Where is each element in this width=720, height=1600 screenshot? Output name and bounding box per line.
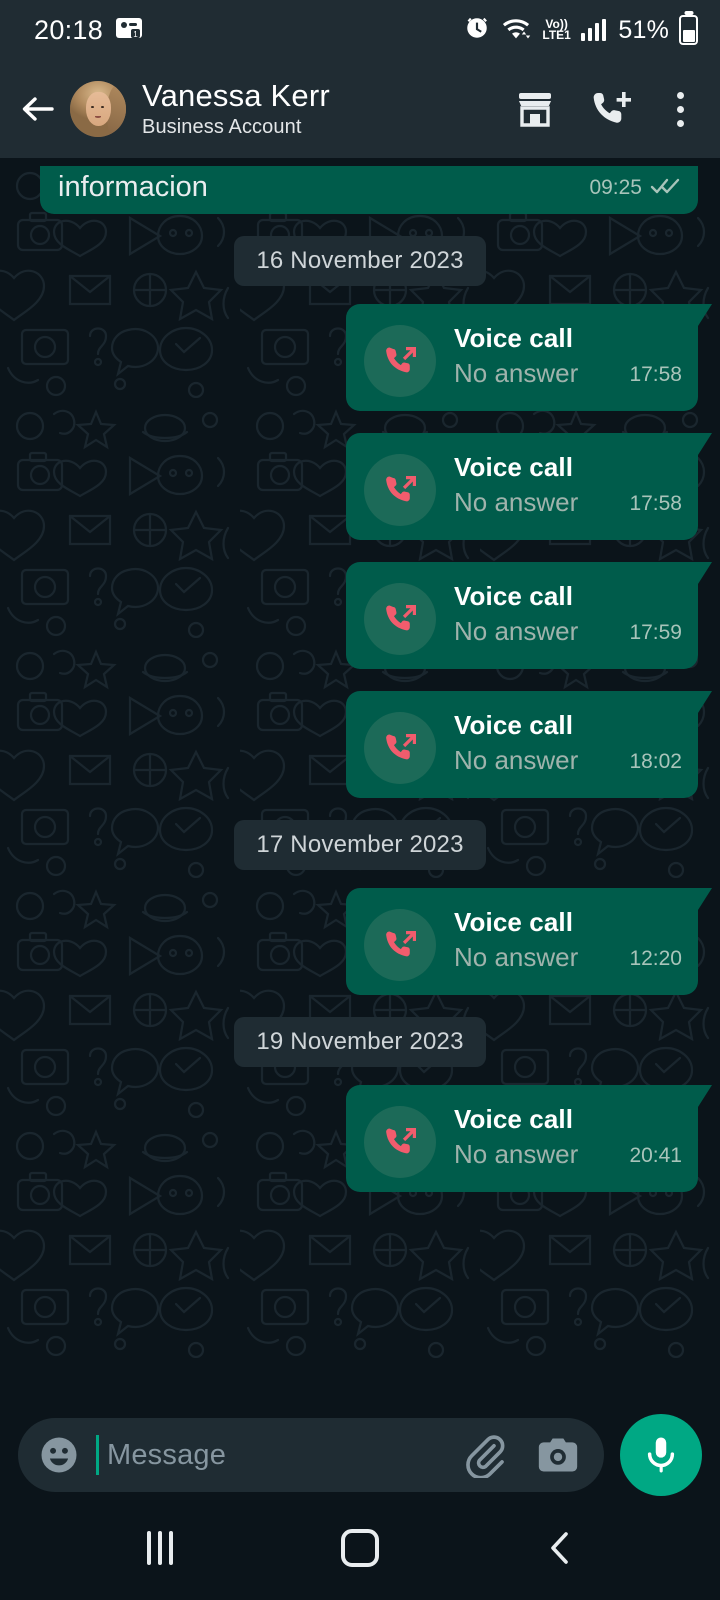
call-status-label: No answer (454, 941, 579, 972)
outgoing-call-icon (364, 712, 436, 784)
date-label: 19 November 2023 (234, 1017, 486, 1067)
read-receipt-double-check-icon (650, 177, 680, 200)
call-log-row[interactable]: Voice call No answer 18:02 (22, 691, 698, 798)
message-time: 09:25 (589, 176, 642, 199)
battery-percent: 51% (618, 15, 669, 44)
call-type-label: Voice call (454, 323, 574, 353)
alarm-icon (464, 15, 490, 46)
android-nav-bar (0, 1496, 720, 1600)
account-type-label: Business Account (142, 115, 302, 138)
volte-icon: Vo)) LTE1 (542, 16, 571, 42)
message-meta: 09:25 (589, 176, 680, 204)
outgoing-call-icon (364, 1106, 436, 1178)
contact-info[interactable]: Vanessa Kerr Business Account (142, 78, 512, 139)
message-text: informacion (58, 171, 208, 203)
attachment-icon[interactable] (460, 1431, 508, 1479)
call-type-label: Voice call (454, 710, 574, 740)
call-log-row[interactable]: Voice call No answer 17:58 (22, 304, 698, 411)
call-time: 17:58 (629, 362, 682, 386)
call-bubble[interactable]: Voice call No answer 17:58 (346, 433, 698, 540)
header-actions (512, 86, 700, 132)
chat-body[interactable]: informacion 09:25 16 November 2023 Voice… (0, 158, 720, 1496)
date-label: 16 November 2023 (234, 236, 486, 286)
call-status-label: No answer (454, 744, 579, 775)
call-type-label: Voice call (454, 581, 574, 611)
call-details: Voice call No answer 17:59 (454, 579, 682, 647)
call-log-row[interactable]: Voice call No answer 12:20 (22, 888, 698, 995)
status-bar-right: Vo)) LTE1 51% (464, 15, 698, 46)
call-details: Voice call No answer 17:58 (454, 450, 682, 518)
svg-text:1: 1 (133, 30, 138, 39)
call-log-row[interactable]: Voice call No answer 17:59 (22, 562, 698, 669)
call-details: Voice call No answer 17:58 (454, 321, 682, 389)
call-time: 20:41 (629, 1143, 682, 1167)
avatar[interactable] (70, 81, 126, 137)
back-arrow-icon[interactable] (10, 81, 66, 137)
battery-icon (679, 15, 698, 45)
shop-icon[interactable] (512, 86, 558, 132)
call-details: Voice call No answer 20:41 (454, 1102, 682, 1170)
emoji-icon[interactable] (38, 1434, 80, 1476)
whatsapp-chat-screen: 20:18 1 Vo)) LTE1 51% Vanessa Kerr Busin… (0, 0, 720, 1600)
date-divider: 16 November 2023 (22, 236, 698, 286)
outgoing-call-icon (364, 454, 436, 526)
home-icon[interactable] (315, 1513, 405, 1583)
call-type-label: Voice call (454, 1104, 574, 1134)
message-input-bar: Message (0, 1414, 720, 1496)
text-cursor (96, 1435, 99, 1475)
screen-record-icon: 1 (115, 16, 143, 45)
recents-icon[interactable] (115, 1513, 205, 1583)
call-details: Voice call No answer 18:02 (454, 708, 682, 776)
call-bubble[interactable]: Voice call No answer 17:59 (346, 562, 698, 669)
wifi-icon (500, 15, 532, 46)
message-input-container[interactable]: Message (18, 1418, 604, 1492)
call-type-label: Voice call (454, 452, 574, 482)
call-time: 17:59 (629, 620, 682, 644)
status-bar: 20:18 1 Vo)) LTE1 51% (0, 0, 720, 60)
page-title: Vanessa Kerr (142, 78, 330, 114)
call-bubble[interactable]: Voice call No answer 17:58 (346, 304, 698, 411)
call-type-label: Voice call (454, 907, 574, 937)
search-input[interactable]: Message (107, 1439, 456, 1472)
back-icon[interactable] (515, 1513, 605, 1583)
date-divider: 19 November 2023 (22, 1017, 698, 1067)
call-time: 12:20 (629, 946, 682, 970)
add-call-icon[interactable] (588, 86, 634, 132)
microphone-icon[interactable] (620, 1414, 702, 1496)
more-options-icon[interactable] (664, 86, 696, 132)
call-bubble[interactable]: Voice call No answer 20:41 (346, 1085, 698, 1192)
camera-icon[interactable] (534, 1431, 582, 1479)
call-status-label: No answer (454, 615, 579, 646)
status-clock: 20:18 (34, 14, 104, 45)
outgoing-call-icon (364, 325, 436, 397)
call-status-label: No answer (454, 357, 579, 388)
outgoing-call-icon (364, 909, 436, 981)
call-time: 18:02 (629, 749, 682, 773)
call-bubble[interactable]: Voice call No answer 12:20 (346, 888, 698, 995)
signal-icon (580, 19, 607, 41)
call-time: 17:58 (629, 491, 682, 515)
message-bubble-partial[interactable]: informacion 09:25 (40, 166, 698, 214)
message-list[interactable]: informacion 09:25 16 November 2023 Voice… (22, 158, 698, 1496)
call-status-label: No answer (454, 486, 579, 517)
call-log-row[interactable]: Voice call No answer 17:58 (22, 433, 698, 540)
status-bar-left: 20:18 1 (34, 15, 143, 46)
call-bubble[interactable]: Voice call No answer 18:02 (346, 691, 698, 798)
chat-header: Vanessa Kerr Business Account (0, 60, 720, 158)
call-status-label: No answer (454, 1138, 579, 1169)
date-label: 17 November 2023 (234, 820, 486, 870)
outgoing-call-icon (364, 583, 436, 655)
call-details: Voice call No answer 12:20 (454, 905, 682, 973)
call-log-row[interactable]: Voice call No answer 20:41 (22, 1085, 698, 1192)
date-divider: 17 November 2023 (22, 820, 698, 870)
